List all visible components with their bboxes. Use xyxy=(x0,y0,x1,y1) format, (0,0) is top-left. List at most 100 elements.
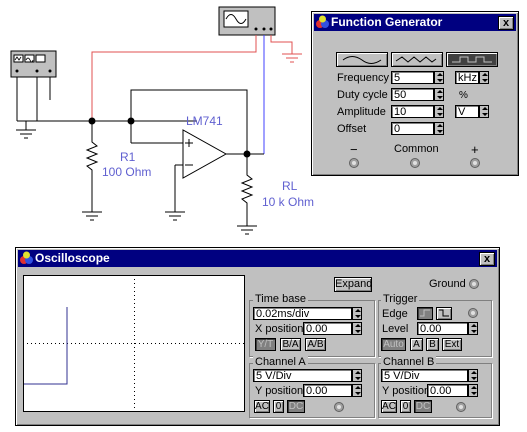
channel-a-scale-stepper[interactable] xyxy=(352,369,362,382)
channel-b-y-position-stepper[interactable] xyxy=(468,384,478,397)
auto-trigger-button[interactable]: Auto xyxy=(381,338,406,351)
r1-value: 100 Ohm xyxy=(102,165,151,179)
falling-edge-icon xyxy=(439,309,449,317)
opamp-name: LM741 xyxy=(186,114,223,128)
square-wave-icon xyxy=(452,56,492,63)
offset-stepper[interactable] xyxy=(434,122,444,135)
wire-generator-output xyxy=(91,35,257,121)
triangle-wave-icon xyxy=(395,56,437,63)
trigger-title: Trigger xyxy=(381,293,420,305)
plus-terminal-icon[interactable] xyxy=(470,158,480,168)
yt-mode-button[interactable]: Y/T xyxy=(255,338,276,351)
triangle-wave-button[interactable] xyxy=(391,52,443,67)
sine-wave-button[interactable] xyxy=(336,52,388,67)
duty-cycle-field[interactable]: 50 xyxy=(391,88,434,101)
oscilloscope-titlebar[interactable]: Oscilloscope x xyxy=(18,250,497,267)
x-position-label: X position xyxy=(255,323,304,335)
channel-a-y-position-label: Y position xyxy=(255,385,304,397)
close-button[interactable]: x xyxy=(479,252,495,266)
oscilloscope-title: Oscilloscope xyxy=(35,251,110,265)
time-base-title: Time base xyxy=(253,293,308,305)
minus-terminal-label: − xyxy=(350,142,358,157)
amplitude-field[interactable]: 10 xyxy=(391,105,434,118)
square-wave-button[interactable] xyxy=(446,52,498,67)
channel-a-zero-button[interactable]: 0 xyxy=(273,400,284,413)
function-generator-window: Function Generator x Frequency 5 kHz Dut… xyxy=(311,11,519,176)
plus-terminal-label: + xyxy=(471,142,479,157)
offset-field[interactable]: 0 xyxy=(391,122,434,135)
channel-b-y-position-field[interactable]: 0.00 xyxy=(427,384,468,397)
r1-name: R1 xyxy=(120,150,136,164)
frequency-stepper[interactable] xyxy=(434,71,444,84)
level-label: Level xyxy=(382,323,409,335)
common-terminal-icon[interactable] xyxy=(410,158,420,168)
rl-value: 10 k Ohm xyxy=(262,195,314,209)
falling-edge-button[interactable] xyxy=(436,307,452,320)
amplitude-stepper[interactable] xyxy=(434,105,444,118)
rising-edge-icon xyxy=(420,309,430,317)
ground-symbol xyxy=(237,225,257,235)
duty-cycle-unit: % xyxy=(459,90,468,101)
oscilloscope-instrument-icon[interactable] xyxy=(10,50,57,78)
expand-button[interactable]: Expand xyxy=(334,277,372,292)
ground-symbol xyxy=(282,53,302,63)
trigger-ext-button[interactable]: Ext xyxy=(442,338,462,351)
channel-b-scale-field[interactable]: 5 V/Div xyxy=(381,369,468,382)
ground-symbol xyxy=(16,121,36,139)
ground-symbol xyxy=(82,211,102,221)
frequency-unit-field[interactable]: kHz xyxy=(455,71,479,84)
time-base-field[interactable]: 0.02ms/div xyxy=(253,307,352,320)
ground-symbol xyxy=(165,211,185,221)
ground-label: Ground xyxy=(429,278,466,290)
amplitude-unit-field[interactable]: V xyxy=(455,105,479,118)
channel-b-title: Channel B xyxy=(381,356,437,368)
common-terminal-label: Common xyxy=(394,143,439,155)
level-field[interactable]: 0.00 xyxy=(417,322,468,335)
channel-a-ac-button[interactable]: AC xyxy=(254,400,270,413)
amplitude-unit-stepper[interactable] xyxy=(479,105,489,118)
trigger-a-button[interactable]: A xyxy=(410,338,423,351)
function-generator-title: Function Generator xyxy=(331,15,443,29)
offset-label: Offset xyxy=(337,123,367,135)
opamp-lm741[interactable] xyxy=(182,129,228,179)
channel-a-y-position-stepper[interactable] xyxy=(352,384,362,397)
x-position-field[interactable]: 0.00 xyxy=(303,322,352,335)
x-position-stepper[interactable] xyxy=(352,322,362,335)
channel-b-y-position-label: Y position xyxy=(382,385,431,397)
duty-cycle-stepper[interactable] xyxy=(434,88,444,101)
ground-terminal-icon[interactable] xyxy=(469,279,479,289)
oscilloscope-screen xyxy=(23,275,245,412)
frequency-unit-stepper[interactable] xyxy=(479,71,489,84)
channel-b-dc-button[interactable]: DC xyxy=(414,400,432,413)
channel-a-y-position-field[interactable]: 0.00 xyxy=(303,384,352,397)
level-stepper[interactable] xyxy=(468,322,478,335)
ba-mode-button[interactable]: B/A xyxy=(280,338,301,351)
frequency-field[interactable]: 5 xyxy=(391,71,434,84)
channel-a-scale-field[interactable]: 5 V/Div xyxy=(253,369,352,382)
channel-b-terminal-icon[interactable] xyxy=(456,402,466,412)
trigger-terminal-icon[interactable] xyxy=(468,308,478,318)
ab-mode-button[interactable]: A/B xyxy=(305,338,326,351)
function-generator-titlebar[interactable]: Function Generator x xyxy=(314,14,516,31)
resistor-rl[interactable] xyxy=(240,154,254,226)
trigger-b-button[interactable]: B xyxy=(426,338,439,351)
rl-name: RL xyxy=(282,179,298,193)
oscilloscope-window: Oscilloscope x Expand Ground Time base 0… xyxy=(15,247,500,426)
edge-label: Edge xyxy=(382,308,408,320)
channel-b-zero-button[interactable]: 0 xyxy=(400,400,411,413)
channel-b-scale-stepper[interactable] xyxy=(468,369,478,382)
minus-terminal-icon[interactable] xyxy=(349,158,359,168)
channel-a-terminal-icon[interactable] xyxy=(334,402,344,412)
amplitude-label: Amplitude xyxy=(337,106,386,118)
app-icon xyxy=(20,251,33,264)
channel-b-ac-button[interactable]: AC xyxy=(381,400,397,413)
channel-a-title: Channel A xyxy=(253,356,308,368)
function-generator-instrument-icon[interactable] xyxy=(218,6,276,36)
close-button[interactable]: x xyxy=(498,16,514,30)
resistor-r1[interactable] xyxy=(85,121,99,196)
channel-a-dc-button[interactable]: DC xyxy=(287,400,305,413)
time-base-stepper[interactable] xyxy=(352,307,362,320)
frequency-label: Frequency xyxy=(337,72,389,84)
rising-edge-button[interactable] xyxy=(417,307,433,320)
sine-wave-icon xyxy=(342,56,382,64)
